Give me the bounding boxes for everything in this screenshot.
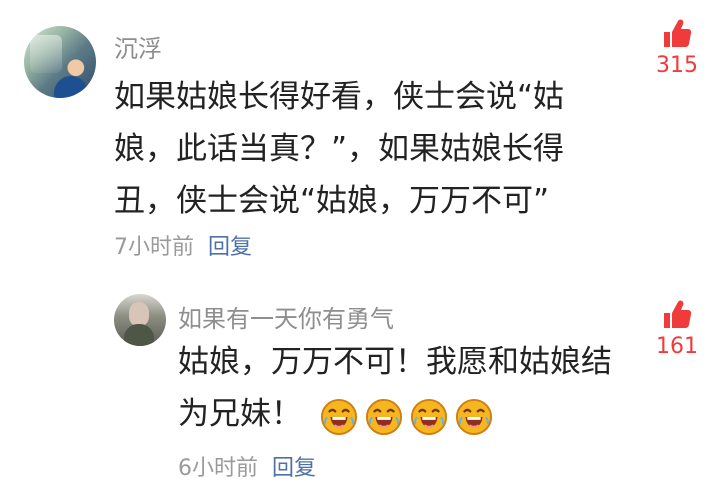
like-count: 315: [656, 53, 698, 78]
comment-line: 娘，此话当真？”，如果姑娘长得: [114, 131, 565, 167]
comment-line: 姑娘，万万不可！我愿和姑娘结: [178, 344, 612, 380]
like-control[interactable]: 315: [650, 17, 704, 77]
like-control[interactable]: 161: [650, 298, 704, 358]
comment-line: 为兄妹！: [178, 388, 612, 440]
thumbs-up-icon[interactable]: [660, 298, 694, 332]
timestamp: 7小时前: [114, 235, 194, 260]
avatar[interactable]: [24, 26, 96, 98]
laughing-emoji-icon: [365, 398, 402, 435]
laughing-emoji-icon: [320, 398, 357, 435]
comment-line: 如果姑娘长得好看，侠士会说“姑: [114, 79, 565, 115]
like-count: 161: [656, 334, 698, 359]
username[interactable]: 如果有一天你有勇气: [178, 299, 394, 334]
comment-text: 如果姑娘长得好看，侠士会说“姑 娘，此话当真？”，如果姑娘长得 丑，侠士会说“姑…: [114, 71, 564, 227]
comment-meta: 7小时前 回复: [114, 229, 252, 261]
comment-line: 丑，侠士会说“姑娘，万万不可”: [114, 183, 550, 219]
emoji-group: [320, 398, 493, 436]
laughing-emoji-icon: [455, 398, 492, 435]
timestamp: 6小时前: [178, 456, 258, 481]
avatar[interactable]: [114, 294, 166, 346]
laughing-emoji-icon: [410, 398, 447, 435]
reply-button[interactable]: 回复: [272, 450, 316, 482]
reply-button[interactable]: 回复: [208, 229, 252, 261]
comment-line-text: 为兄妹！: [178, 396, 302, 432]
comment-item: 沉浮 如果姑娘长得好看，侠士会说“姑 娘，此话当真？”，如果姑娘长得 丑，侠士会…: [0, 0, 720, 270]
comment-text: 姑娘，万万不可！我愿和姑娘结 为兄妹！: [178, 336, 612, 440]
reply-item: 如果有一天你有勇气 姑娘，万万不可！我愿和姑娘结 为兄妹！ 6小时前 回复 16…: [0, 288, 720, 488]
thumbs-up-icon[interactable]: [660, 17, 694, 51]
username[interactable]: 沉浮: [114, 29, 162, 64]
comment-meta: 6小时前 回复: [178, 450, 316, 482]
